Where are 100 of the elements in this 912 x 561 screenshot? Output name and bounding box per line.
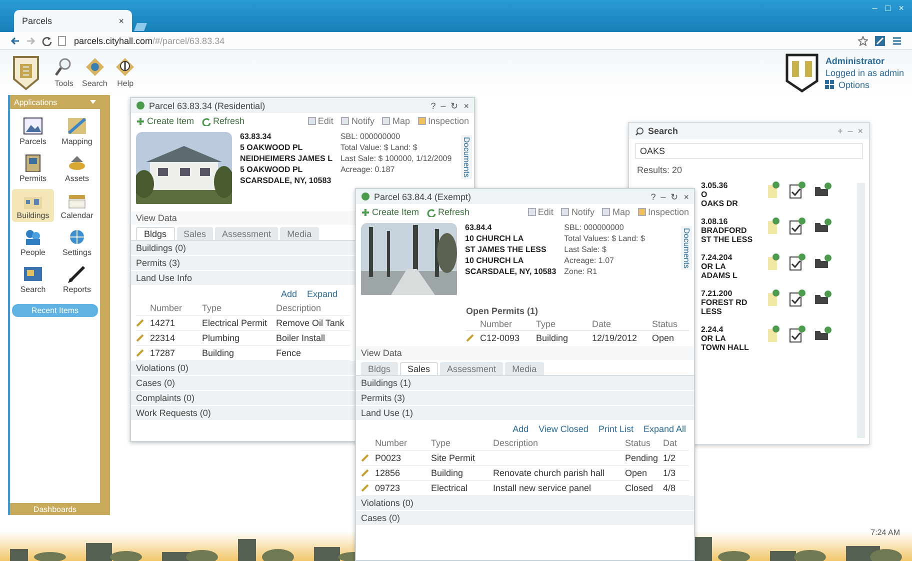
tab[interactable]: Media — [280, 227, 319, 240]
sidebar-item[interactable]: Permits — [12, 152, 54, 185]
tab[interactable]: Bldgs — [136, 227, 175, 240]
result-line[interactable]: O — [701, 190, 759, 199]
section-header[interactable]: Permits (3) — [356, 391, 694, 406]
table-cell-text: Plumbing — [202, 333, 241, 343]
section-header[interactable]: Cases (0) — [131, 376, 355, 391]
toolbar-button[interactable]: Tools — [54, 57, 74, 88]
toolbar-button[interactable]: Search — [82, 57, 108, 88]
toolbar-button[interactable]: Create Item — [136, 116, 194, 126]
result-line[interactable]: 7.24.204 — [701, 253, 759, 262]
login-status: Logged in as admin — [825, 68, 904, 78]
section-header[interactable]: Violations (0) — [131, 361, 355, 376]
table-cell-text: Site Permit — [431, 453, 476, 463]
scrollbar[interactable] — [857, 183, 865, 438]
tab[interactable]: Bldgs — [361, 362, 398, 375]
result-line[interactable]: ADAMS L — [701, 271, 759, 280]
sidebar-item[interactable]: Mapping — [56, 115, 98, 148]
table-cell-text: 12856 — [375, 468, 402, 478]
help-button[interactable]: ? — [650, 192, 656, 202]
sidebar-item[interactable]: Buildings — [12, 189, 54, 222]
link[interactable]: Add — [512, 424, 529, 434]
tab[interactable]: Sales — [400, 362, 438, 375]
result-line[interactable]: 3.05.36 — [701, 181, 759, 190]
screen-icon — [23, 265, 43, 283]
refresh-button[interactable]: ↻ — [670, 192, 679, 202]
help-button[interactable]: ? — [430, 100, 436, 110]
sidebar-item[interactable]: Calendar — [56, 189, 98, 222]
options-button[interactable]: Options — [825, 80, 904, 90]
close-button[interactable]: × — [464, 100, 469, 110]
result-line[interactable]: 2.24.4 — [701, 325, 759, 334]
toolbar-button[interactable]: Map — [602, 207, 630, 217]
folder-icon — [814, 217, 832, 235]
column-header: Description — [276, 303, 322, 313]
tab[interactable]: Sales — [176, 227, 214, 240]
sidebar-item[interactable]: Settings — [56, 226, 98, 259]
toolbar-button[interactable]: Refresh — [202, 116, 245, 126]
section-header[interactable]: Buildings (1) — [356, 376, 694, 391]
close-button[interactable]: × — [684, 192, 689, 202]
caret-icon — [90, 100, 96, 104]
toolbar-button[interactable]: Edit — [528, 207, 554, 217]
section-header[interactable]: Land Use Info — [131, 271, 355, 286]
parcel-fact: Zone: R1 — [564, 267, 598, 276]
tab[interactable]: Media — [505, 362, 544, 375]
result-line[interactable]: 7.21.200 — [701, 289, 759, 298]
result-line[interactable]: OR LA — [701, 334, 759, 343]
address-line: 10 CHURCH LA — [465, 256, 525, 265]
minimize-button[interactable]: – — [440, 100, 446, 110]
result-line[interactable]: TOWN HALL — [701, 343, 759, 352]
result-line[interactable]: OAKS DR — [701, 199, 759, 208]
result-line[interactable]: OR LA — [701, 262, 759, 271]
link[interactable]: Print List — [598, 424, 634, 434]
tab-close-button[interactable]: × — [118, 16, 124, 26]
result-line[interactable]: BRADFORD — [701, 226, 759, 235]
toolbar-button[interactable]: Create Item — [361, 207, 420, 217]
pencil-icon — [466, 334, 474, 342]
section-header[interactable]: Work Requests (0) — [131, 406, 355, 421]
sidebar-item[interactable]: Parcels — [12, 115, 54, 148]
section-header[interactable]: Land Use (1) — [356, 406, 694, 421]
note-icon — [767, 253, 781, 271]
refresh-icon — [202, 116, 212, 126]
sidebar-item[interactable]: Search — [12, 263, 54, 296]
table-cell-text: Fence — [276, 348, 302, 358]
browser-tab[interactable]: Parcels × — [14, 10, 132, 32]
result-line[interactable]: FOREST RD — [701, 298, 759, 307]
minimize-button[interactable]: – — [660, 192, 666, 202]
column-header: Type — [536, 319, 557, 329]
column-header: Status — [625, 438, 652, 448]
refresh-button[interactable]: ↻ — [450, 100, 459, 110]
side-tab[interactable]: Documents — [681, 226, 692, 270]
sidebar-item[interactable]: Assets — [56, 152, 98, 185]
toolbar-button[interactable]: Help — [115, 57, 136, 88]
search-field[interactable]: OAKS — [635, 143, 863, 159]
link[interactable]: Add — [281, 288, 298, 298]
result-line[interactable]: ST THE LESS — [701, 235, 759, 244]
section-header[interactable]: Buildings (0) — [131, 241, 355, 256]
toolbar-button[interactable]: Refresh — [427, 207, 470, 217]
tab[interactable]: Assessment — [440, 362, 504, 375]
link[interactable]: Expand All — [643, 424, 686, 434]
link[interactable]: Expand — [307, 288, 338, 298]
toolbar-button[interactable]: Map — [382, 116, 410, 126]
result-line[interactable]: 3.08.16 — [701, 217, 759, 226]
toolbar-button[interactable]: Edit — [308, 116, 334, 126]
column-header: Number — [480, 319, 514, 329]
toolbar-button[interactable]: Notify — [341, 116, 374, 126]
toolbar-button[interactable]: Notify — [561, 207, 594, 217]
link[interactable]: View Closed — [538, 424, 588, 434]
column-header: Type — [202, 303, 223, 313]
sidebar-item[interactable]: People — [12, 226, 54, 259]
toolbar-button[interactable]: Inspection — [638, 207, 689, 217]
result-line[interactable]: LESS — [701, 307, 759, 316]
section-header[interactable]: Permits (3) — [131, 256, 355, 271]
table-cell-text: Closed — [625, 483, 654, 493]
section-header[interactable]: Violations (0) — [356, 496, 694, 511]
tab[interactable]: Assessment — [215, 227, 278, 240]
sidebar-item[interactable]: Reports — [56, 263, 98, 296]
side-tab[interactable]: Documents — [461, 135, 472, 180]
section-header[interactable]: Complaints (0) — [131, 391, 355, 406]
toolbar-button[interactable]: Inspection — [418, 116, 469, 126]
section-header[interactable]: Cases (0) — [356, 511, 694, 526]
